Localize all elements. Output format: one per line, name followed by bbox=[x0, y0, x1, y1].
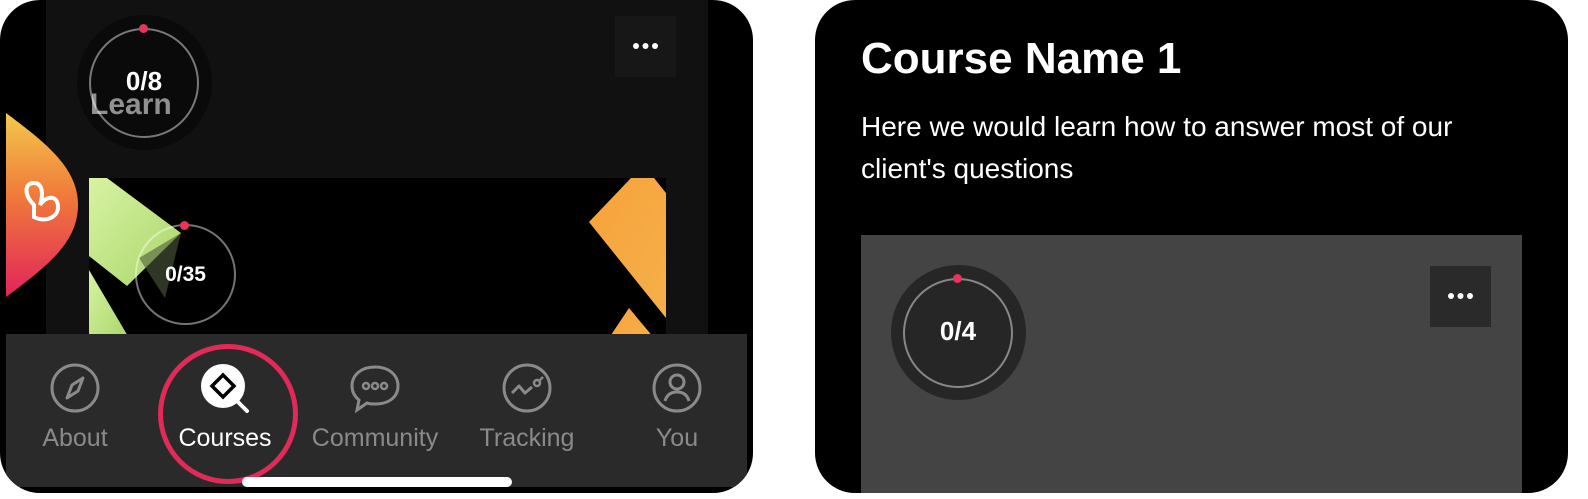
progress-ring-dot bbox=[139, 24, 148, 33]
app-logo-icon bbox=[6, 113, 78, 297]
course-title-partial: Learn bbox=[90, 88, 172, 121]
more-options-button[interactable] bbox=[615, 16, 676, 77]
progress-ring-dot bbox=[180, 221, 189, 230]
course-description: Here we would learn how to answer most o… bbox=[861, 111, 1453, 184]
user-icon bbox=[652, 363, 702, 413]
tracking-chart-icon bbox=[502, 363, 552, 413]
left-phone-screen: 0/8 Learn 0/35 About Courses Community T… bbox=[0, 0, 753, 493]
course-title: Course Name 1 bbox=[861, 34, 1182, 83]
more-icon bbox=[633, 43, 658, 49]
compass-icon bbox=[50, 363, 100, 413]
chat-bubble-icon bbox=[350, 365, 400, 414]
progress-count: 0/35 bbox=[165, 263, 206, 286]
nav-label: Community bbox=[311, 424, 439, 452]
nav-label: Tracking bbox=[479, 424, 575, 452]
active-tab-highlight-ring bbox=[158, 344, 298, 484]
more-icon bbox=[1448, 293, 1473, 299]
nav-label: About bbox=[42, 424, 108, 452]
progress-count: 0/4 bbox=[939, 316, 977, 346]
nav-label: You bbox=[655, 424, 699, 452]
app-launcher-tab[interactable] bbox=[6, 113, 78, 297]
progress-ring-dot bbox=[953, 274, 962, 283]
right-phone-screen: Course Name 1 Here we would learn how to… bbox=[815, 0, 1568, 493]
more-options-button[interactable] bbox=[1430, 266, 1491, 327]
home-indicator bbox=[242, 477, 512, 487]
